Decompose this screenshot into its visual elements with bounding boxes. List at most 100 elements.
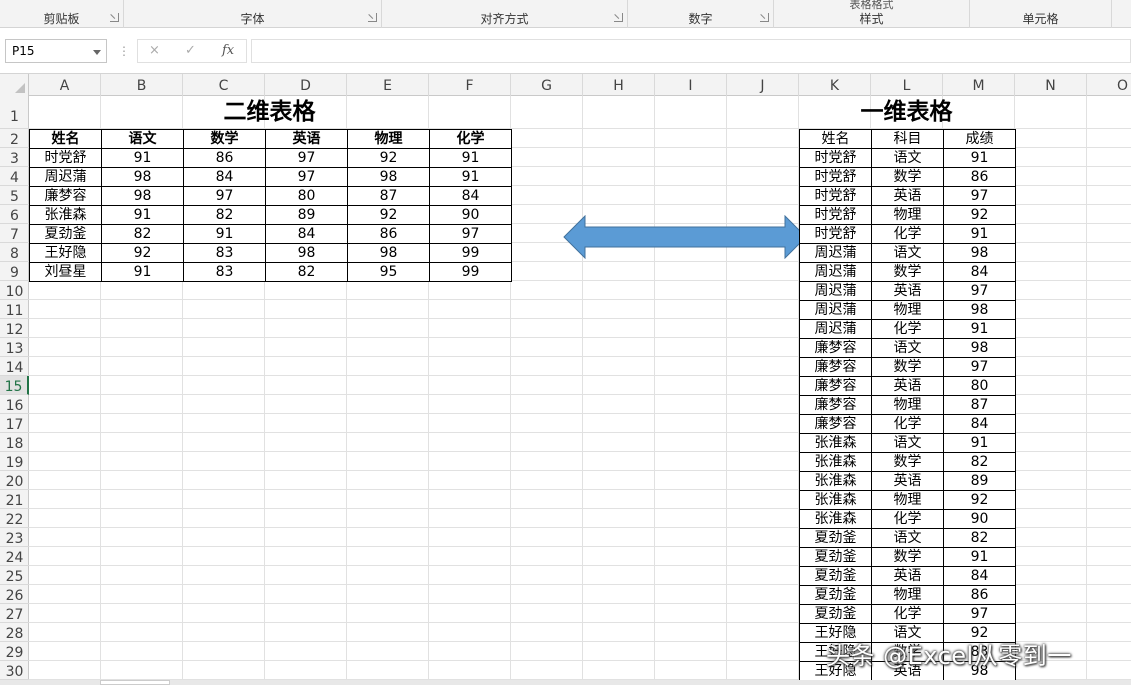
table2d-cell[interactable]: 97	[183, 186, 266, 206]
table1d-cell[interactable]: 英语	[871, 566, 944, 586]
table1d-cell[interactable]: 91	[943, 433, 1016, 453]
table1d-cell[interactable]: 廉梦容	[799, 357, 872, 377]
column-header-b[interactable]: B	[101, 74, 183, 96]
table2d-cell[interactable]: 82	[183, 205, 266, 225]
table2d-cell[interactable]: 91	[429, 148, 512, 168]
table1d-cell[interactable]: 周迟蒲	[799, 243, 872, 263]
table2d-cell[interactable]: 82	[265, 262, 348, 282]
row-header-6[interactable]: 6	[0, 205, 29, 224]
row-header-29[interactable]: 29	[0, 642, 29, 661]
name-box[interactable]: P15	[5, 39, 107, 63]
insert-function-icon[interactable]: fx	[222, 43, 234, 58]
table2d-header-cell[interactable]: 姓名	[29, 129, 102, 149]
table1d-cell[interactable]: 张淮森	[799, 471, 872, 491]
table1d-cell[interactable]: 97	[943, 357, 1016, 377]
table1d-cell[interactable]: 87	[943, 395, 1016, 415]
table1d-header-cell[interactable]: 成绩	[943, 129, 1016, 149]
table2d-cell[interactable]: 82	[101, 224, 184, 244]
table1d-cell[interactable]: 89	[943, 471, 1016, 491]
table2d-header-cell[interactable]: 语文	[101, 129, 184, 149]
table2d-cell[interactable]: 92	[347, 148, 430, 168]
table2d-cell[interactable]: 97	[265, 167, 348, 187]
column-header-n[interactable]: N	[1015, 74, 1087, 96]
row-header-22[interactable]: 22	[0, 509, 29, 528]
table2d-cell[interactable]: 95	[347, 262, 430, 282]
table1d-cell[interactable]: 物理	[871, 300, 944, 320]
table1d-cell[interactable]: 91	[943, 319, 1016, 339]
row-header-18[interactable]: 18	[0, 433, 29, 452]
table1d-cell[interactable]: 98	[943, 243, 1016, 263]
column-header-m[interactable]: M	[943, 74, 1015, 96]
row-header-25[interactable]: 25	[0, 566, 29, 585]
row-header-13[interactable]: 13	[0, 338, 29, 357]
table1d-cell[interactable]: 化学	[871, 414, 944, 434]
table1d-cell[interactable]: 夏劲釜	[799, 547, 872, 567]
table1d-cell[interactable]: 英语	[871, 376, 944, 396]
table1d-cell[interactable]: 化学	[871, 509, 944, 529]
table2d-cell[interactable]: 廉梦容	[29, 186, 102, 206]
table2d-cell[interactable]: 98	[101, 186, 184, 206]
column-header-a[interactable]: A	[29, 74, 101, 96]
table1d-cell[interactable]: 数学	[871, 357, 944, 377]
dialog-launcher-icon[interactable]	[368, 13, 377, 22]
row-header-12[interactable]: 12	[0, 319, 29, 338]
table2d-cell[interactable]: 张淮森	[29, 205, 102, 225]
table1d-cell[interactable]: 夏劲釜	[799, 566, 872, 586]
row-header-4[interactable]: 4	[0, 167, 29, 186]
select-all-button[interactable]	[0, 74, 29, 96]
table2d-cell[interactable]: 98	[347, 167, 430, 187]
table1d-cell[interactable]: 夏劲釜	[799, 604, 872, 624]
table1d-header-cell[interactable]: 姓名	[799, 129, 872, 149]
table1d-cell[interactable]: 98	[943, 300, 1016, 320]
row-header-9[interactable]: 9	[0, 262, 29, 281]
table1d-cell[interactable]: 时党舒	[799, 167, 872, 187]
table1d-cell[interactable]: 时党舒	[799, 148, 872, 168]
table2d-cell[interactable]: 90	[429, 205, 512, 225]
table1d-cell[interactable]: 化学	[871, 224, 944, 244]
cancel-icon[interactable]: ×	[149, 43, 160, 58]
column-header-l[interactable]: L	[871, 74, 943, 96]
table2d-cell[interactable]: 刘昼星	[29, 262, 102, 282]
table1d-cell[interactable]: 语文	[871, 243, 944, 263]
table1d-cell[interactable]: 82	[943, 452, 1016, 472]
table2d-header-cell[interactable]: 化学	[429, 129, 512, 149]
table1d-cell[interactable]: 84	[943, 566, 1016, 586]
table2d-cell[interactable]: 王好隐	[29, 243, 102, 263]
table1d-cell[interactable]: 90	[943, 509, 1016, 529]
table1d-cell[interactable]: 周迟蒲	[799, 281, 872, 301]
table1d-cell[interactable]: 物理	[871, 395, 944, 415]
row-header-5[interactable]: 5	[0, 186, 29, 205]
table2d-cell[interactable]: 83	[183, 243, 266, 263]
table1d-cell[interactable]: 时党舒	[799, 205, 872, 225]
table2d-cell[interactable]: 86	[347, 224, 430, 244]
table1d-cell[interactable]: 化学	[871, 604, 944, 624]
table2d-cell[interactable]: 83	[183, 262, 266, 282]
table1d-cell[interactable]: 英语	[871, 471, 944, 491]
row-header-30[interactable]: 30	[0, 661, 29, 680]
table1d-cell[interactable]: 周迟蒲	[799, 300, 872, 320]
dialog-launcher-icon[interactable]	[110, 13, 119, 22]
table1d-cell[interactable]: 物理	[871, 205, 944, 225]
row-header-17[interactable]: 17	[0, 414, 29, 433]
worksheet-grid[interactable]: ABCDEFGHIJKLMNO 1 2 3 4 5 6 7 8 9 10 11 12 13 14 15 16 1…	[0, 74, 1131, 685]
table2d-cell[interactable]: 87	[347, 186, 430, 206]
scrollbar-thumb[interactable]	[100, 680, 170, 685]
table2d-cell[interactable]: 91	[101, 148, 184, 168]
table1d-cell[interactable]: 82	[943, 528, 1016, 548]
table2d-cell[interactable]: 92	[347, 205, 430, 225]
table1d-cell[interactable]: 97	[943, 281, 1016, 301]
table1d-cell[interactable]: 张淮森	[799, 509, 872, 529]
column-header-o[interactable]: O	[1087, 74, 1131, 96]
table1d-cell[interactable]: 数学	[871, 167, 944, 187]
table1d-cell[interactable]: 英语	[871, 186, 944, 206]
formula-input[interactable]	[251, 39, 1131, 63]
column-header-k[interactable]: K	[799, 74, 871, 96]
table2d-header-cell[interactable]: 物理	[347, 129, 430, 149]
column-header-h[interactable]: H	[583, 74, 655, 96]
table2d-cell[interactable]: 98	[347, 243, 430, 263]
table1d-cell[interactable]: 化学	[871, 319, 944, 339]
table2d-cell[interactable]: 91	[101, 205, 184, 225]
table1d-cell[interactable]: 物理	[871, 490, 944, 510]
table1d-cell[interactable]: 张淮森	[799, 452, 872, 472]
table2d-cell[interactable]: 84	[183, 167, 266, 187]
